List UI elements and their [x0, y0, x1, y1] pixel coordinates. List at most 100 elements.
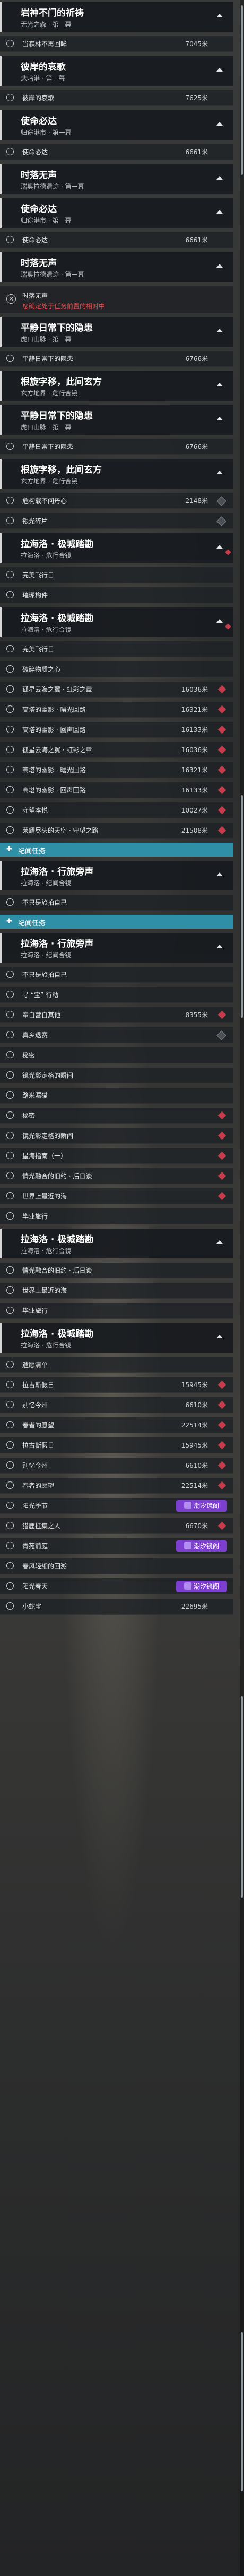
chevron-up-icon[interactable]	[216, 471, 223, 474]
chevron-up-icon[interactable]	[216, 264, 223, 268]
chevron-up-icon[interactable]	[216, 417, 223, 420]
diamond-marker-icon[interactable]	[217, 685, 226, 693]
quest-step[interactable]: 奉自营自其他 8355米	[0, 1007, 233, 1023]
scrollbar-thumb[interactable]	[241, 795, 243, 1018]
quest-header[interactable]: 时落无声 瑞奥拉德遗迹 · 第一幕	[0, 252, 233, 282]
quest-step[interactable]: 秘密	[0, 1047, 233, 1063]
circle-icon[interactable]	[6, 1481, 14, 1489]
quest-header[interactable]: 时落无声 瑞奥拉德遗迹 · 第一幕	[0, 164, 233, 194]
quest-step[interactable]: 完美飞行日	[0, 641, 233, 657]
quest-header[interactable]: 拉海洛 · 行旅旁声 拉海洛 · 纪闻合镜	[0, 933, 233, 963]
circle-icon[interactable]	[6, 1582, 14, 1590]
circle-icon[interactable]	[6, 442, 14, 450]
diamond-marker-icon[interactable]	[217, 705, 226, 713]
quest-step[interactable]: 别忆今州 6610米	[0, 1397, 233, 1413]
circle-icon[interactable]	[6, 685, 14, 693]
circle-icon[interactable]	[6, 1212, 14, 1220]
circle-icon[interactable]	[6, 1111, 14, 1119]
quest-step[interactable]: 彼岸的哀歌 7625米	[0, 90, 233, 106]
circle-icon[interactable]	[6, 806, 14, 814]
diamond-marker-icon[interactable]	[217, 1111, 226, 1119]
circle-icon[interactable]	[6, 1421, 14, 1428]
quest-step[interactable]: 遗愿清单	[0, 1357, 233, 1373]
quest-header[interactable]: 彼岸的哀歌 悲鸣港 · 第一幕	[0, 56, 233, 86]
circle-icon[interactable]	[6, 826, 14, 834]
quest-step[interactable]: 别忆今州 6610米	[0, 1458, 233, 1474]
quest-step[interactable]: 破碎物质之心	[0, 661, 233, 677]
circle-icon[interactable]	[6, 1306, 14, 1314]
quest-step[interactable]: 危构载不问丹心 2148米	[0, 493, 233, 509]
diamond-marker-icon[interactable]	[217, 1380, 226, 1389]
circle-icon[interactable]	[6, 1602, 14, 1610]
quest-step[interactable]: 毕业旅行	[0, 1208, 233, 1224]
circle-icon[interactable]	[6, 765, 14, 773]
circle-icon[interactable]	[6, 93, 14, 101]
quest-step[interactable]: 银光碎片	[0, 513, 233, 529]
diamond-marker-icon[interactable]	[217, 806, 226, 814]
circle-icon[interactable]	[6, 354, 14, 362]
diamond-marker-icon[interactable]	[217, 786, 226, 794]
circle-icon[interactable]	[6, 1441, 14, 1449]
diamond-marker-icon[interactable]	[217, 765, 226, 774]
diamond-marker-icon[interactable]	[217, 1481, 226, 1489]
quest-header[interactable]: 使命必达 归途港市 · 第一幕	[0, 198, 233, 228]
chevron-up-icon[interactable]	[216, 210, 223, 214]
quest-step[interactable]: 完美飞行日	[0, 567, 233, 583]
quest-step[interactable]: 阳光季节 潮汐镜阁	[0, 1498, 233, 1514]
circle-icon[interactable]	[6, 1380, 14, 1388]
diamond-marker-icon[interactable]	[217, 1400, 226, 1409]
quest-step[interactable]: 路米漏猫	[0, 1088, 233, 1104]
quest-header[interactable]: 拉海洛 · 极城踏勘 拉海洛 · 危行合镜	[0, 533, 233, 563]
diamond-marker-icon[interactable]	[217, 1171, 226, 1180]
quest-step[interactable]: 猎鹿挂集之人 6670米	[0, 1518, 233, 1534]
chevron-up-icon[interactable]	[216, 68, 223, 72]
chevron-up-icon[interactable]	[216, 329, 223, 332]
circle-icon[interactable]	[6, 1192, 14, 1199]
scrollbar-thumb[interactable]	[241, 1696, 243, 1898]
quest-step[interactable]: 寻 “宝” 行动	[0, 987, 233, 1003]
circle-icon[interactable]	[6, 1521, 14, 1529]
circle-icon[interactable]	[6, 570, 14, 578]
quest-step[interactable]: 世界上最近的海	[0, 1283, 233, 1299]
quest-step[interactable]: 情光融合的旧约 · 后日谈	[0, 1263, 233, 1278]
quest-step[interactable]: 拉古斯假日 15945米	[0, 1377, 233, 1393]
quest-step[interactable]: 情光融合的旧约 · 后日谈	[0, 1168, 233, 1184]
quest-header[interactable]: 使命必达 归途港市 · 第一幕	[0, 110, 233, 140]
chevron-up-icon[interactable]	[216, 176, 223, 180]
diamond-marker-icon[interactable]	[217, 1461, 226, 1469]
circle-icon[interactable]	[6, 1091, 14, 1099]
quest-header[interactable]: 根旋字移，此间玄方 玄方地界 · 危行合镜	[0, 371, 233, 401]
circle-icon[interactable]	[6, 496, 14, 504]
diamond-marker-icon[interactable]	[217, 1151, 226, 1160]
diamond-marker-icon[interactable]	[217, 725, 226, 734]
quest-step[interactable]: 孤星云海之翼 · 虹彩之章 16036米	[0, 682, 233, 698]
quest-header[interactable]: 拉海洛 · 极城踏勘 拉海洛 · 危行合镜	[0, 607, 233, 637]
chevron-up-icon[interactable]	[216, 1240, 223, 1244]
circle-icon[interactable]	[6, 1400, 14, 1408]
quest-step[interactable]: 高塔的幽影 · 回声回路 16133米	[0, 782, 233, 798]
quest-step[interactable]: 拉古斯假日 15945米	[0, 1437, 233, 1453]
chevron-up-icon[interactable]	[216, 872, 223, 876]
chevron-up-icon[interactable]	[216, 14, 223, 17]
region-badge[interactable]: 潮汐镜阁	[176, 1499, 227, 1512]
quest-step[interactable]: 使命必达 6661米	[0, 144, 233, 160]
chevron-up-icon[interactable]	[216, 945, 223, 948]
chevron-up-icon[interactable]	[216, 619, 223, 623]
circle-icon[interactable]	[6, 590, 14, 598]
diamond-marker-icon[interactable]	[216, 496, 226, 506]
circle-icon[interactable]	[6, 1562, 14, 1569]
diamond-marker-icon[interactable]	[217, 1131, 226, 1140]
quest-step[interactable]: 孤星云海之翼 · 虹彩之章 16036米	[0, 742, 233, 758]
circle-icon[interactable]	[6, 235, 14, 243]
circle-icon[interactable]	[6, 1501, 14, 1509]
quest-header[interactable]: 拉海洛 · 极城踏勘 拉海洛 · 危行合镜	[0, 1323, 233, 1353]
quest-header[interactable]: 平静日常下的隐患 虎口山脉 · 第一幕	[0, 317, 233, 347]
circle-icon[interactable]	[6, 1286, 14, 1294]
quest-step[interactable]: 镜光彰定格的瞬间	[0, 1128, 233, 1144]
quest-step[interactable]: 秘密	[0, 1108, 233, 1124]
scrollbar-track[interactable]	[240, 0, 244, 2576]
circle-icon[interactable]	[6, 1266, 14, 1274]
quest-step[interactable]: 平静日常下的隐患 6766米	[0, 351, 233, 367]
circle-icon[interactable]	[6, 1171, 14, 1179]
quest-step[interactable]: 高塔的幽影 · 曙光回路 16321米	[0, 702, 233, 718]
